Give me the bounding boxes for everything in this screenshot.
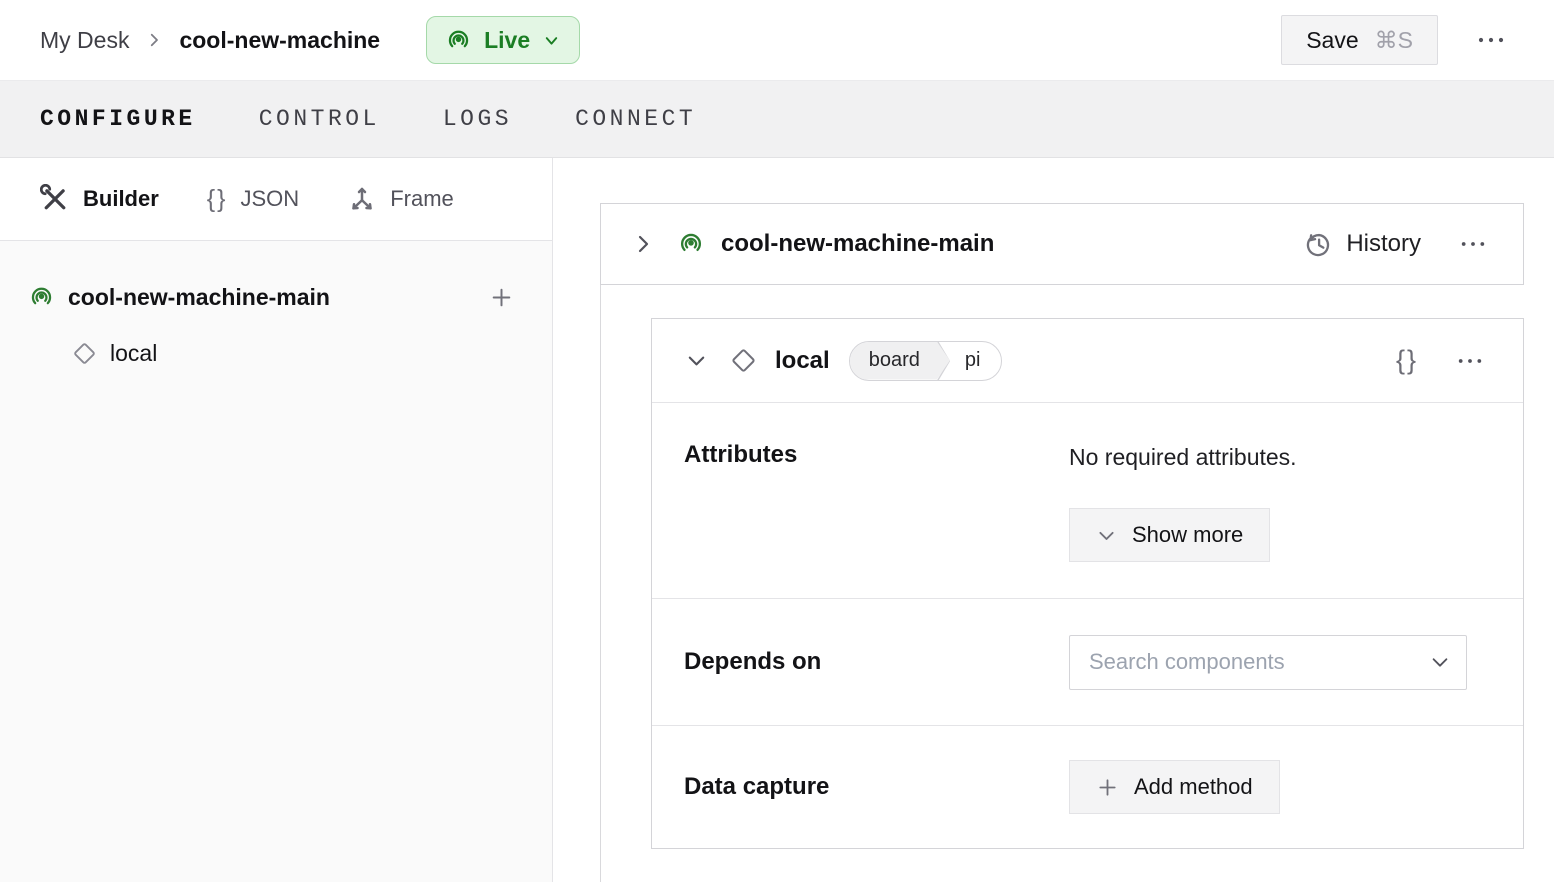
save-button[interactable]: Save ⌘S <box>1281 15 1438 65</box>
machine-nav-tabs: CONFIGURE CONTROL LOGS CONNECT <box>0 81 1554 158</box>
attributes-section: Attributes No required attributes. Show … <box>652 403 1523 599</box>
broadcast-icon <box>445 27 472 54</box>
component-diamond-icon <box>730 347 757 374</box>
depends-on-section: Depends on <box>652 599 1523 726</box>
viam-machine-page: My Desk cool-new-machine Live Save ⌘S <box>0 0 1554 882</box>
component-card-local: local board pi {} <box>651 318 1524 849</box>
configure-main-panel: cool-new-machine-main History <box>553 158 1554 882</box>
show-more-button-label: Show more <box>1132 522 1243 548</box>
tab-logs[interactable]: LOGS <box>443 106 512 132</box>
machine-part-card: cool-new-machine-main History <box>600 203 1524 285</box>
machine-part-icon <box>677 230 705 258</box>
component-card-header: local board pi {} <box>652 319 1523 403</box>
status-badge-label: Live <box>484 27 530 54</box>
plus-icon <box>489 285 514 310</box>
tools-icon <box>40 184 70 214</box>
chevron-down-icon <box>1096 525 1117 546</box>
search-components-input[interactable] <box>1069 635 1467 690</box>
component-menu-button[interactable] <box>1448 348 1492 374</box>
breadcrumb-parent-link[interactable]: My Desk <box>40 27 129 54</box>
history-icon <box>1304 230 1333 259</box>
tree-item-local-component[interactable]: local <box>0 325 552 381</box>
view-tab-builder[interactable]: Builder <box>40 184 159 214</box>
plus-icon <box>1096 776 1119 799</box>
view-tab-builder-label: Builder <box>83 186 159 212</box>
machine-part-icon <box>28 284 55 311</box>
tab-connect[interactable]: CONNECT <box>575 106 696 132</box>
ellipsis-icon <box>1476 35 1506 45</box>
data-capture-section: Data capture Add method <box>652 726 1523 848</box>
ellipsis-icon <box>1456 356 1484 366</box>
add-method-button-label: Add method <box>1134 774 1253 800</box>
top-bar: My Desk cool-new-machine Live Save ⌘S <box>0 0 1554 81</box>
machine-status-dropdown[interactable]: Live <box>426 16 580 64</box>
attributes-empty-text: No required attributes. <box>1069 441 1491 473</box>
part-card-expand-button[interactable] <box>629 230 657 258</box>
machine-part-tree: cool-new-machine-main local <box>0 241 552 882</box>
show-more-button[interactable]: Show more <box>1069 508 1270 562</box>
view-tab-json[interactable]: {} JSON <box>207 185 299 214</box>
tab-configure[interactable]: CONFIGURE <box>40 106 196 132</box>
tree-item-local-label: local <box>110 340 157 367</box>
depends-on-section-label: Depends on <box>684 648 1069 676</box>
history-button-label: History <box>1346 230 1421 258</box>
configure-view-tabs: Builder {} JSON Frame <box>0 158 552 241</box>
component-type-label: board <box>869 349 920 372</box>
frame-axes-icon <box>347 184 377 214</box>
component-card-title: local <box>775 347 830 375</box>
breadcrumb: My Desk cool-new-machine <box>40 27 380 54</box>
add-method-button[interactable]: Add method <box>1069 760 1280 814</box>
chevron-down-icon <box>685 349 708 372</box>
history-button[interactable]: History <box>1304 230 1421 259</box>
component-collapse-button[interactable] <box>683 347 710 374</box>
tab-control[interactable]: CONTROL <box>259 106 380 132</box>
save-button-label: Save <box>1306 27 1358 54</box>
component-json-button[interactable]: {} <box>1396 345 1418 376</box>
attributes-section-label: Attributes <box>684 441 1069 562</box>
breadcrumb-chevron-icon <box>145 31 163 49</box>
header-overflow-menu-button[interactable] <box>1468 27 1514 53</box>
braces-icon: {} <box>1396 345 1418 375</box>
component-type-badge: board pi <box>849 341 1003 381</box>
chevron-down-icon <box>542 31 561 50</box>
depends-on-select <box>1069 635 1467 690</box>
chevron-right-icon <box>631 232 655 256</box>
part-tree-connector-line <box>600 285 601 882</box>
data-capture-section-label: Data capture <box>684 773 1069 801</box>
view-tab-json-label: JSON <box>241 186 300 212</box>
view-tab-frame-label: Frame <box>390 186 454 212</box>
ellipsis-icon <box>1459 239 1487 249</box>
component-model-label: pi <box>965 349 981 372</box>
tree-item-machine-part-label: cool-new-machine-main <box>68 284 330 311</box>
component-diamond-icon <box>72 341 97 366</box>
tree-item-machine-part[interactable]: cool-new-machine-main <box>0 269 552 325</box>
view-tab-frame[interactable]: Frame <box>347 184 454 214</box>
part-card-menu-button[interactable] <box>1451 231 1495 257</box>
machine-name-title: cool-new-machine <box>179 27 380 54</box>
configure-sidebar: Builder {} JSON Frame <box>0 158 553 882</box>
part-card-title: cool-new-machine-main <box>721 230 994 258</box>
braces-icon: {} <box>207 185 228 214</box>
add-component-button[interactable] <box>485 281 518 314</box>
save-shortcut-hint: ⌘S <box>1375 27 1413 54</box>
